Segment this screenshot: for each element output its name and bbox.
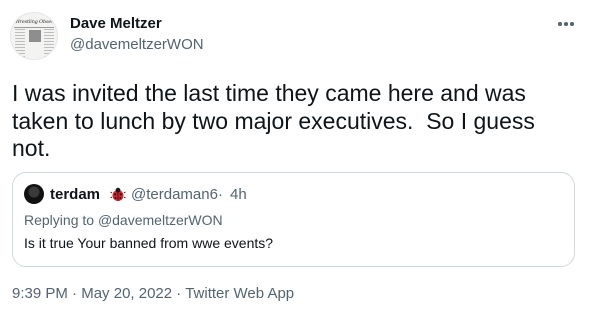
tweet-text: I was invited the last time they came he… xyxy=(12,80,542,161)
avatar-rule-line xyxy=(14,27,54,28)
more-dots-icon xyxy=(558,22,574,26)
replying-to-mention[interactable]: @davemeltzerWON xyxy=(98,212,223,228)
avatar-text-column xyxy=(44,29,54,57)
tweet-meta: 9:39 PM · May 20, 2022 · Twitter Web App xyxy=(12,285,294,302)
avatar-text-column xyxy=(15,29,25,57)
tweet-time[interactable]: 9:39 PM xyxy=(12,285,68,302)
ladybug-icon xyxy=(110,187,126,201)
quoted-author-handle: @terdaman6 xyxy=(131,186,218,203)
meta-separator: · xyxy=(172,285,186,302)
quoted-separator: · xyxy=(218,186,223,203)
tweet-source[interactable]: Twitter Web App xyxy=(185,285,294,302)
author-avatar[interactable]: Wrestling Observer News... xyxy=(10,12,58,60)
author-name[interactable]: Dave Meltzer xyxy=(70,15,162,32)
quoted-tweet-card[interactable]: terdam @terdaman6 · 4h Replying to @dave… xyxy=(12,172,575,267)
meta-separator: · xyxy=(67,285,82,302)
tweet-date[interactable]: May 20, 2022 xyxy=(81,285,172,302)
quoted-author-avatar xyxy=(24,184,44,204)
quoted-tweet-text: Is it true Your banned from wwe events? xyxy=(24,235,274,251)
avatar-photo-block xyxy=(29,30,41,42)
quoted-timestamp[interactable]: 4h xyxy=(230,186,247,203)
more-options-button[interactable] xyxy=(552,10,580,38)
replying-to-prefix: Replying to xyxy=(24,212,98,228)
quoted-author-name: terdam xyxy=(50,186,101,203)
author-handle[interactable]: @davemeltzerWON xyxy=(70,36,204,53)
avatar-newspaper-masthead: Wrestling Observer News... xyxy=(15,19,55,25)
replying-to-line: Replying to @davemeltzerWON xyxy=(24,212,223,228)
